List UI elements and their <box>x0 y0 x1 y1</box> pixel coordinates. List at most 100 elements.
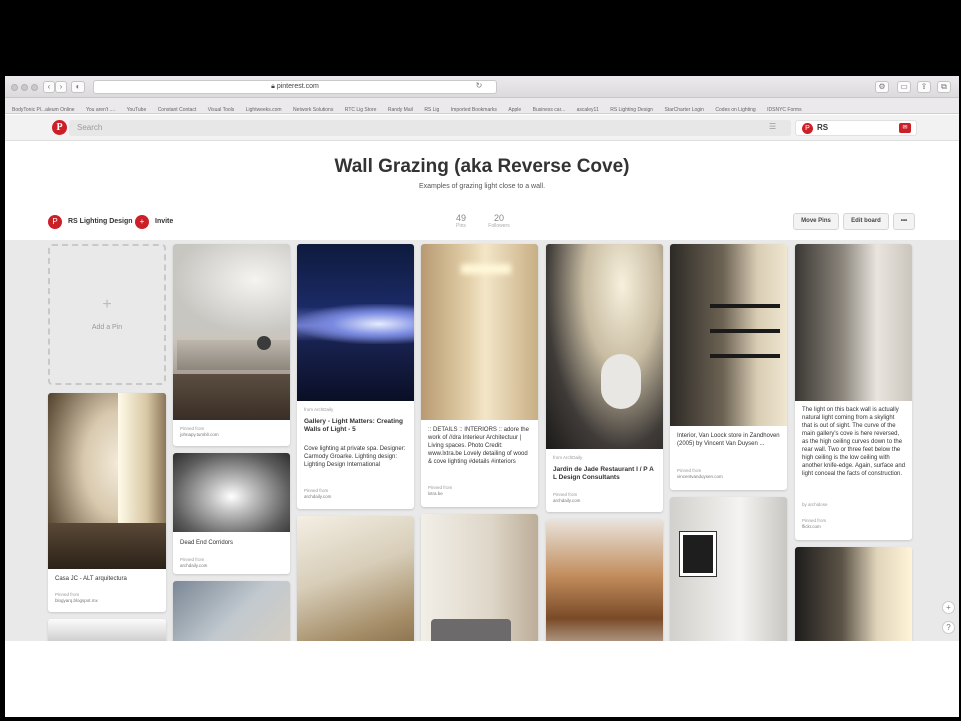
pin-source-domain: vincentvanduysen.com <box>677 474 723 479</box>
close-window-button[interactable] <box>11 84 18 91</box>
invite-button[interactable]: + Invite <box>135 215 195 229</box>
pin-source: Pinned from lxtra.be <box>428 485 452 497</box>
tabs-icon[interactable]: ⧉ <box>937 81 951 93</box>
bookmark-item[interactable]: YouTube <box>127 102 147 113</box>
pin-card[interactable]: :: DETAILS :: INTERIORS :: adore the wor… <box>421 244 538 507</box>
pin-card[interactable] <box>546 519 663 641</box>
pin-image[interactable] <box>795 547 912 641</box>
pin-source: Pinned from vincentvanduysen.com <box>677 468 723 480</box>
pin-image[interactable] <box>795 244 912 401</box>
pin-card[interactable]: Casa JC - ALT arquitectura Pinned from bl… <box>48 393 166 612</box>
pin-title[interactable]: Jardin de Jade Restaurant I / P A L Desi… <box>553 466 657 482</box>
add-pin-button[interactable]: + Add a Pin <box>48 244 166 385</box>
bookmark-item[interactable]: IDSNYC Forms <box>767 102 801 113</box>
pin-card[interactable]: Dead End Corridors Pinned from archdaily.… <box>173 453 290 574</box>
move-pins-button[interactable]: Move Pins <box>793 213 839 230</box>
add-pin-label: Add a Pin <box>91 324 123 331</box>
pin-image[interactable] <box>546 244 663 449</box>
pin-card[interactable] <box>48 619 166 641</box>
pinned-from-label: Pinned from <box>304 488 329 493</box>
settings-icon[interactable]: ⚙ <box>875 81 889 93</box>
pin-via[interactable]: by archidose <box>802 502 828 507</box>
bookmark-item[interactable]: Visual Tools <box>208 102 235 113</box>
bookmark-item[interactable]: RTC Lig Store <box>345 102 377 113</box>
notifications-icon[interactable]: ✉ <box>899 123 911 133</box>
pin-image[interactable] <box>173 581 290 641</box>
user-profile-button[interactable]: P RS ✉ <box>795 120 917 136</box>
pin-image[interactable] <box>173 453 290 532</box>
pin-image[interactable] <box>421 244 538 420</box>
board-owner[interactable]: P RS Lighting Design <box>48 215 138 229</box>
menu-icon[interactable]: ☰ <box>769 122 776 131</box>
reload-icon[interactable]: ↻ <box>473 81 485 93</box>
pin-source-domain: archdaily.com <box>304 494 332 499</box>
pin-caption: :: DETAILS :: INTERIORS :: adore the wor… <box>428 427 529 465</box>
pin-card[interactable]: from ArchDaily Gallery - Light Matters: … <box>297 244 414 509</box>
privacy-icon[interactable]: ◐ <box>71 81 85 93</box>
pin-via[interactable]: from ArchDaily <box>553 455 582 460</box>
pin-source: Pinned from archdaily.com <box>304 488 331 500</box>
more-options-button[interactable]: ••• <box>893 213 915 230</box>
pin-image[interactable] <box>48 393 166 569</box>
bookmark-item[interactable]: Randy Mail <box>388 102 413 113</box>
back-icon[interactable]: ‹ <box>43 81 55 93</box>
bookmark-item[interactable]: You aren't .... <box>86 102 115 113</box>
sidebar-icon[interactable]: ▭ <box>897 81 911 93</box>
pin-image[interactable] <box>297 244 414 401</box>
help-button[interactable]: ? <box>942 621 955 634</box>
pin-card[interactable] <box>421 514 538 641</box>
minimize-window-button[interactable] <box>21 84 28 91</box>
add-icon: + <box>102 296 112 313</box>
bookmark-item[interactable]: Business car... <box>533 102 566 113</box>
pinned-from-label: Pinned from <box>55 592 80 597</box>
browser-window: ‹ › ◐ 🔒︎ pinterest.com ↻ ⚙ ▭ ⇪ ⧉ BodyTon… <box>5 76 959 641</box>
bookmark-item[interactable]: ascaley11 <box>577 102 599 113</box>
bookmark-item[interactable]: Constant Contact <box>158 102 197 113</box>
pin-card[interactable]: The light on this back wall is actually … <box>795 244 912 540</box>
pin-image[interactable] <box>670 497 787 641</box>
address-bar[interactable]: 🔒︎ pinterest.com <box>93 80 497 94</box>
pin-image[interactable] <box>297 516 414 641</box>
bookmark-item[interactable]: Network Solutions <box>293 102 333 113</box>
pin-card[interactable] <box>297 516 414 641</box>
pin-card[interactable] <box>795 547 912 641</box>
followers-stat[interactable]: 20 Followers <box>479 213 519 229</box>
pin-title[interactable]: Gallery - Light Matters: Creating Walls … <box>304 418 408 434</box>
zoom-window-button[interactable] <box>31 84 38 91</box>
pin-source: Pinned from johnapy.tumblr.com <box>180 426 219 438</box>
pinterest-logo-icon[interactable]: P <box>52 120 67 135</box>
bookmark-item[interactable]: RS Lighting Design <box>610 102 653 113</box>
bookmark-item[interactable]: Imported Bookmarks <box>451 102 497 113</box>
search-input[interactable]: Search <box>69 120 791 136</box>
pin-image[interactable] <box>546 519 663 641</box>
pin-image[interactable] <box>421 514 538 641</box>
invite-label: Invite <box>155 218 174 225</box>
board-description: Examples of grazing light close to a wal… <box>418 183 546 190</box>
pin-card[interactable] <box>670 497 787 641</box>
bookmark-item[interactable]: Codes on Lighting <box>715 102 755 113</box>
pin-card[interactable]: Interior, Van Loock store in Zandhoven (… <box>670 244 787 490</box>
bookmark-item[interactable]: StarCharter Login <box>664 102 703 113</box>
bookmark-item[interactable]: RS Lig <box>424 102 439 113</box>
share-icon[interactable]: ⇪ <box>917 81 931 93</box>
edit-board-button[interactable]: Edit board <box>843 213 889 230</box>
pin-source: Pinned from flickr.com <box>802 518 826 530</box>
pin-via[interactable]: from ArchDaily <box>304 407 333 412</box>
pin-image[interactable] <box>670 244 787 426</box>
forward-icon[interactable]: › <box>55 81 67 93</box>
pins-stat[interactable]: 49 Pins <box>441 213 481 229</box>
add-pin-float-button[interactable]: + <box>942 601 955 614</box>
bookmark-item[interactable]: Lightweeks.com <box>246 102 282 113</box>
pin-card[interactable]: Pinned from johnapy.tumblr.com <box>173 244 290 446</box>
pin-image[interactable] <box>48 619 166 641</box>
pinned-from-label: Pinned from <box>677 468 702 473</box>
bookmark-item[interactable]: Apple <box>508 102 521 113</box>
followers-count: 20 <box>493 213 504 223</box>
pin-card[interactable]: from ArchDaily Jardin de Jade Restaurant… <box>546 244 663 512</box>
bookmarks-bar: BodyTonic Pl...aleum Online You aren't .… <box>5 98 959 114</box>
pin-card[interactable] <box>173 581 290 641</box>
bookmark-item[interactable]: BodyTonic Pl...aleum Online <box>12 102 75 113</box>
user-name: RS <box>817 123 829 132</box>
avatar: P <box>802 123 813 134</box>
pin-image[interactable] <box>173 244 290 420</box>
